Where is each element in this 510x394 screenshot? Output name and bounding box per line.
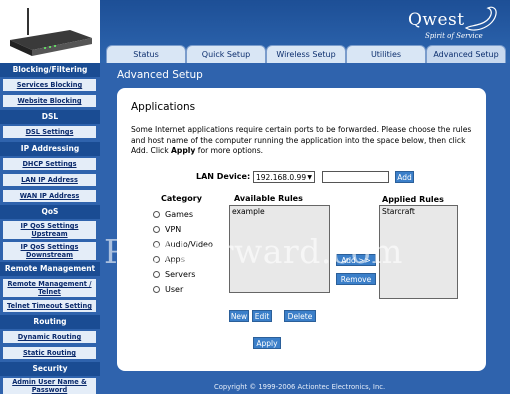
sidebar-item-services-blocking[interactable]: Services Blocking — [3, 79, 96, 91]
sidebar-section-qos: QoS — [0, 205, 100, 219]
lan-device-select[interactable]: 192.168.0.99 ▼ — [253, 171, 315, 183]
section-heading: Applications — [131, 101, 196, 113]
page-title: Advanced Setup — [117, 69, 203, 81]
sidebar-section-blocking: Blocking/Filtering — [0, 63, 100, 77]
sidebar-item-telnet-timeout[interactable]: Telnet Timeout Setting — [3, 300, 96, 312]
description-part-2: for more options. — [195, 146, 264, 155]
tab-utilities[interactable]: Utilities — [346, 45, 426, 63]
lan-device-value: 192.168.0.99 — [256, 172, 307, 182]
apply-button[interactable]: Apply — [253, 337, 281, 349]
sidebar-section-security: Security — [0, 362, 100, 376]
sidebar: Blocking/Filtering Services Blocking Web… — [0, 63, 100, 394]
category-radio-games[interactable] — [153, 211, 160, 218]
list-item[interactable]: Starcraft — [382, 207, 455, 216]
copyright-text: Copyright © 1999-2006 Actiontec Electron… — [214, 383, 386, 391]
lan-device-label: LAN Device: — [196, 172, 251, 181]
category-option-servers: Servers — [165, 270, 196, 279]
available-rules-label: Available Rules — [234, 194, 303, 203]
sidebar-item-remote-management-telnet[interactable]: Remote Management / Telnet — [3, 279, 96, 297]
tab-status[interactable]: Status — [106, 45, 186, 63]
brand-logo: Qwest — [408, 10, 465, 30]
remove-rule-button[interactable]: Remove — [336, 273, 376, 285]
sidebar-section-dsl: DSL — [0, 110, 100, 124]
sidebar-section-remote-management: Remote Management — [0, 262, 100, 276]
edit-rule-button[interactable]: Edit — [252, 310, 272, 322]
category-radio-user[interactable] — [153, 286, 160, 293]
tab-wireless-setup[interactable]: Wireless Setup — [266, 45, 346, 63]
applied-rules-label: Applied Rules — [382, 195, 444, 204]
category-label: Category — [161, 194, 202, 203]
description-text: Some Internet applications require certa… — [131, 125, 477, 157]
category-option-user: User — [165, 285, 184, 294]
delete-rule-button[interactable]: Delete — [284, 310, 316, 322]
tab-quick-setup[interactable]: Quick Setup — [186, 45, 266, 63]
sidebar-item-dsl-settings[interactable]: DSL Settings — [3, 126, 96, 138]
sidebar-item-dynamic-routing[interactable]: Dynamic Routing — [3, 331, 96, 343]
sidebar-section-routing: Routing — [0, 315, 100, 329]
list-item[interactable]: example — [232, 207, 327, 216]
sidebar-item-lan-ip-address[interactable]: LAN IP Address — [3, 174, 96, 186]
add-lan-device-button[interactable]: Add — [395, 171, 414, 183]
category-option-games: Games — [165, 210, 193, 219]
category-radio-servers[interactable] — [153, 271, 160, 278]
sidebar-item-static-routing[interactable]: Static Routing — [3, 347, 96, 359]
sidebar-item-dhcp-settings[interactable]: DHCP Settings — [3, 158, 96, 170]
sidebar-item-admin-username-password[interactable]: Admin User Name & Password — [3, 378, 96, 394]
swoosh-logo-icon — [464, 6, 497, 31]
description-bold: Apply — [171, 146, 196, 155]
tab-advanced-setup[interactable]: Advanced Setup — [426, 45, 506, 63]
new-rule-button[interactable]: New — [229, 310, 249, 322]
watermark-text: PortForward.com — [104, 232, 403, 271]
sidebar-item-qos-upstream[interactable]: IP QoS Settings Upstream — [3, 221, 96, 239]
router-image — [0, 0, 100, 63]
sidebar-item-qos-downstream[interactable]: IP QoS Settings Downstream — [3, 242, 96, 260]
sidebar-section-ip-addressing: IP Addressing — [0, 142, 100, 156]
chevron-down-icon: ▼ — [307, 173, 312, 181]
lan-device-input[interactable] — [322, 171, 389, 183]
sidebar-item-website-blocking[interactable]: Website Blocking — [3, 95, 96, 107]
sidebar-item-wan-ip-address[interactable]: WAN IP Address — [3, 190, 96, 202]
